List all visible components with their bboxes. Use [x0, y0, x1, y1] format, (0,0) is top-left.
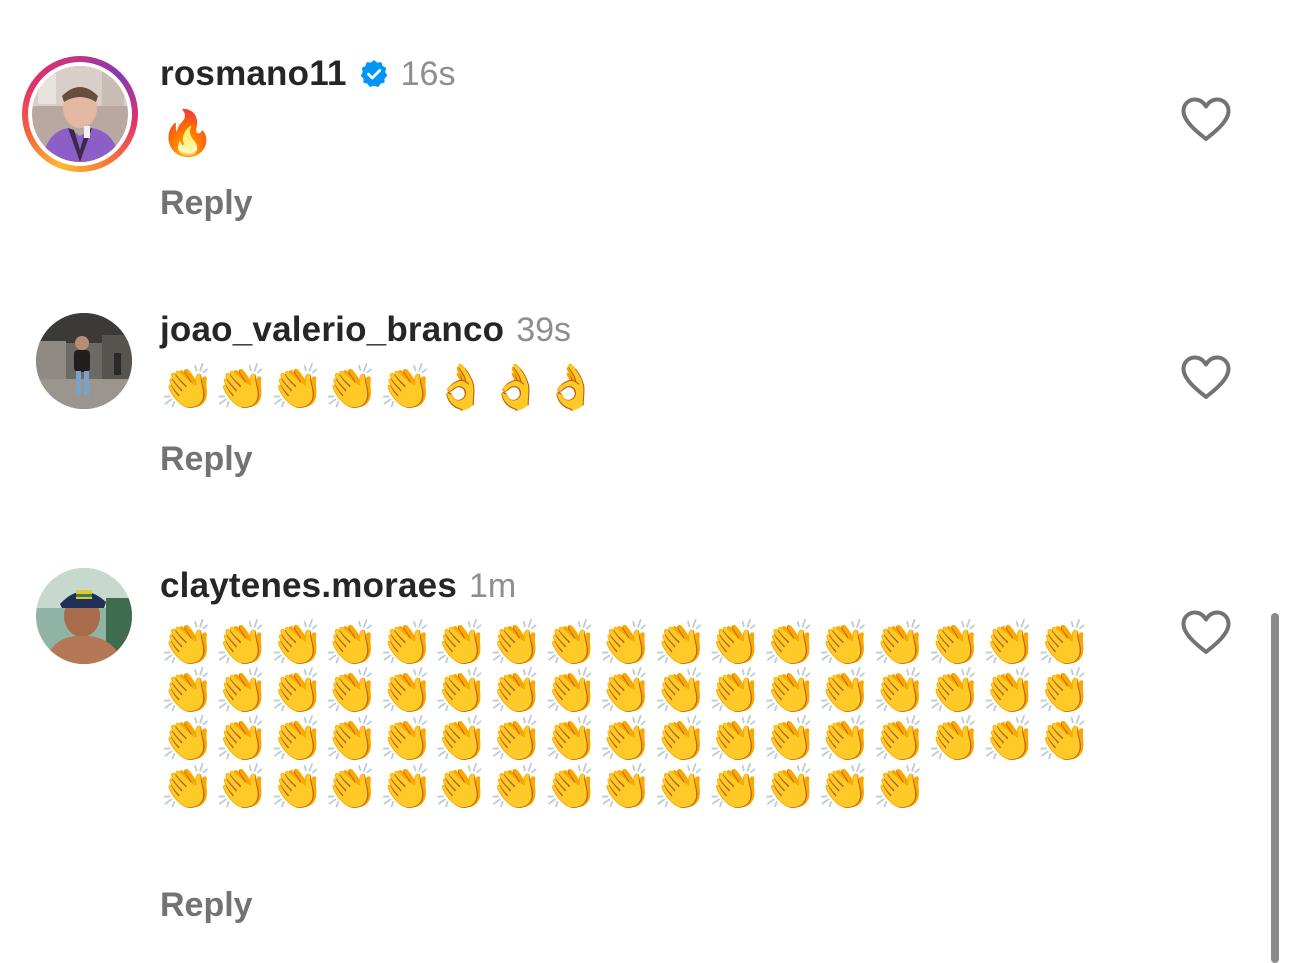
- heart-outline-icon: [1181, 97, 1231, 141]
- avatar[interactable]: [36, 313, 132, 409]
- username[interactable]: joao_valerio_branco: [160, 310, 504, 350]
- comment-text: 🔥: [160, 108, 215, 159]
- comment-header: rosmano11 16s: [160, 54, 455, 94]
- comment-header: joao_valerio_branco 39s: [160, 310, 571, 350]
- username[interactable]: claytenes.moraes: [160, 566, 457, 606]
- username[interactable]: rosmano11: [160, 54, 347, 94]
- scrollbar[interactable]: [1271, 613, 1279, 963]
- comment-item: joao_valerio_branco 39s 👏👏👏👏👏👌👌👌 Reply: [0, 260, 1290, 520]
- like-button[interactable]: [1180, 609, 1232, 655]
- comment-text: 👏👏👏👏👏👌👌👌: [160, 362, 599, 413]
- heart-outline-icon: [1181, 610, 1231, 654]
- comment-item: claytenes.moraes 1m 👏👏👏👏👏👏👏👏👏👏👏👏👏👏👏👏👏👏👏👏…: [0, 520, 1290, 963]
- timestamp: 1m: [469, 567, 517, 605]
- reply-button[interactable]: Reply: [160, 184, 253, 223]
- avatar[interactable]: [22, 56, 138, 172]
- reply-button[interactable]: Reply: [160, 440, 253, 479]
- reply-button[interactable]: Reply: [160, 886, 253, 925]
- comment-text: 👏👏👏👏👏👏👏👏👏👏👏👏👏👏👏👏👏👏👏👏👏👏👏👏👏👏👏👏👏👏👏👏👏👏👏👏👏👏👏👏…: [160, 618, 1092, 813]
- timestamp: 16s: [400, 55, 456, 93]
- like-button[interactable]: [1180, 96, 1232, 142]
- like-button[interactable]: [1180, 354, 1232, 400]
- comment-item: rosmano11 16s 🔥 Reply: [0, 0, 1290, 260]
- comment-header: claytenes.moraes 1m: [160, 566, 516, 606]
- heart-outline-icon: [1181, 355, 1231, 399]
- verified-badge-icon: [359, 59, 389, 89]
- timestamp: 39s: [516, 311, 572, 349]
- avatar[interactable]: [36, 568, 132, 664]
